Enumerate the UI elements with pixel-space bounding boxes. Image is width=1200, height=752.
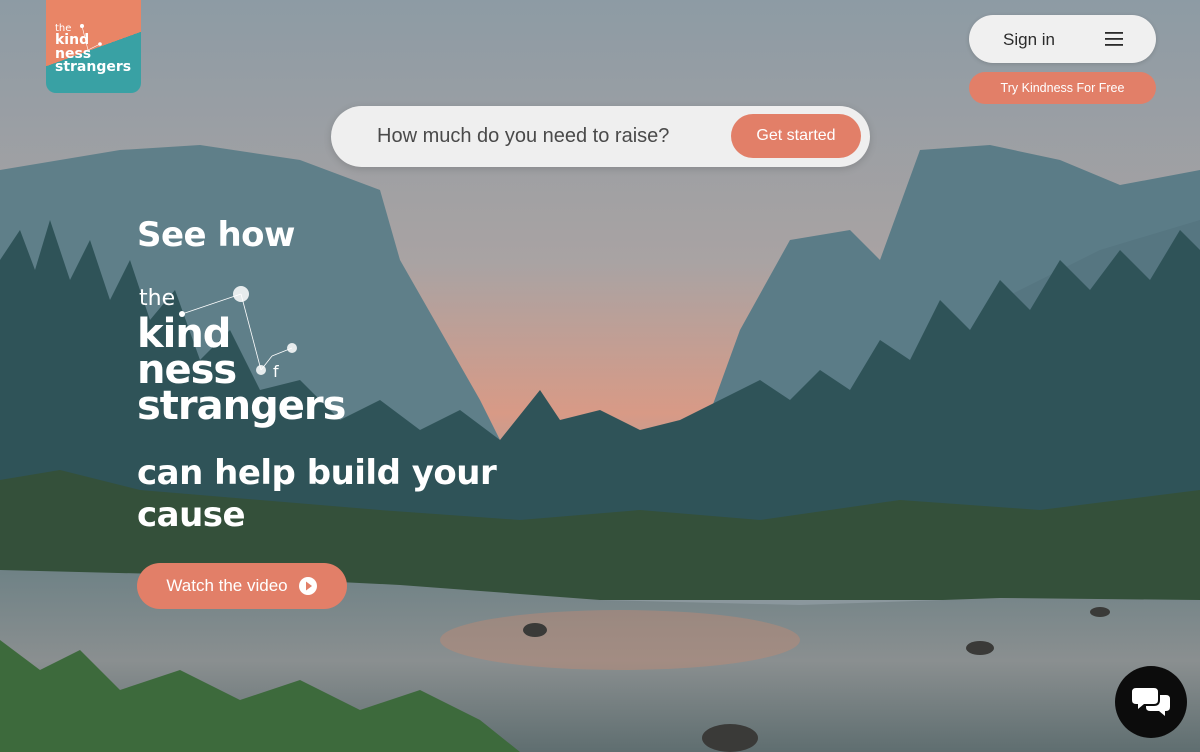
raise-amount-bar: Get started (331, 106, 870, 167)
hero-constellation-icon (179, 286, 297, 375)
hamburger-menu-icon[interactable] (1105, 31, 1123, 47)
brand-logo[interactable]: the kind ness strangers (46, 0, 141, 93)
chat-button[interactable] (1115, 666, 1187, 738)
try-free-button[interactable]: Try Kindness For Free (969, 72, 1156, 104)
hero-headline-bottom: can help build your cause (137, 453, 497, 535)
raise-amount-input[interactable] (353, 116, 737, 156)
play-circle-icon (298, 577, 317, 595)
signin-button[interactable]: Sign in (1003, 30, 1055, 50)
hero-brand-logo: the kind ness strangers f (137, 282, 387, 432)
watch-video-button[interactable]: Watch the video (137, 563, 347, 609)
signin-menu-pill[interactable]: Sign in (969, 15, 1156, 63)
constellation-icon (80, 24, 102, 51)
hero-headline-top: See how (137, 215, 295, 255)
watch-video-label: Watch the video (166, 576, 288, 595)
chat-bubbles-icon (1132, 688, 1170, 716)
get-started-button[interactable]: Get started (731, 114, 861, 158)
